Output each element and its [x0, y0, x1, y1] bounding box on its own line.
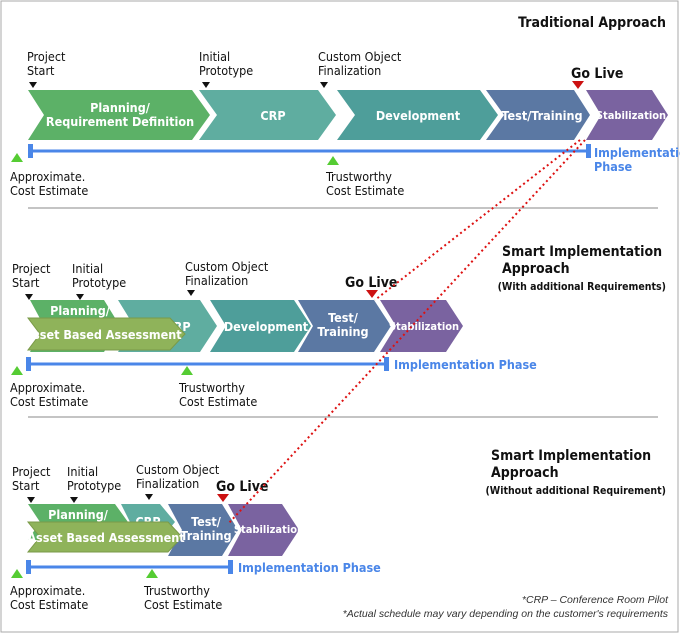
- svg-text:Approximate.Cost Estimate: Approximate. Cost Estimate: [10, 380, 88, 409]
- svg-text:CRP: CRP: [260, 108, 285, 123]
- smart-without-subtitle: (Without additional Requirement): [485, 485, 666, 497]
- svg-text:Stabilization: Stabilization: [596, 109, 666, 122]
- traditional-title: Traditional Approach: [518, 15, 666, 31]
- go-live-label: Go Live: [571, 66, 623, 82]
- svg-text:Approximate.Cost Estimate: Approximate. Cost Estimate: [10, 583, 88, 612]
- svg-text:*Actual schedule may vary depe: *Actual schedule may vary depending on t…: [343, 608, 669, 620]
- svg-text:Stabilization: Stabilization: [234, 523, 304, 536]
- svg-text:Asset Based Assessment: Asset Based Assessment: [24, 327, 182, 342]
- svg-text:Asset Based Assessment: Asset Based Assessment: [27, 530, 185, 545]
- implementation-comparison-diagram: Traditional Approach Project Start Initia…: [0, 0, 680, 633]
- svg-text:Development: Development: [376, 108, 461, 123]
- svg-text:Go Live: Go Live: [216, 479, 268, 495]
- svg-text:Development: Development: [224, 319, 309, 334]
- smart-with-phases: Planning/ CRP Asset Based Assessment Dev…: [24, 300, 463, 352]
- svg-text:Approximate.Cost Estimate: Approximate. Cost Estimate: [10, 169, 88, 198]
- svg-text:Test/Training: Test/Training: [501, 108, 582, 123]
- svg-text:Implementation Phase: Implementation Phase: [238, 560, 381, 575]
- smart-without-phases: Planning/ CRP Asset Based Assessment Tes…: [26, 504, 304, 556]
- svg-text:Stabilization: Stabilization: [389, 320, 459, 333]
- diagram: Traditional Approach Project Start Initia…: [0, 0, 680, 636]
- svg-text:Planning/: Planning/: [50, 303, 111, 318]
- smart-with-subtitle: (With additional Requirements): [498, 281, 666, 293]
- svg-text:Implementation Phase: Implementation Phase: [394, 357, 537, 372]
- svg-text:Planning/: Planning/: [48, 507, 109, 522]
- svg-text:*CRP – Conference Room Pilot: *CRP – Conference Room Pilot: [522, 594, 669, 606]
